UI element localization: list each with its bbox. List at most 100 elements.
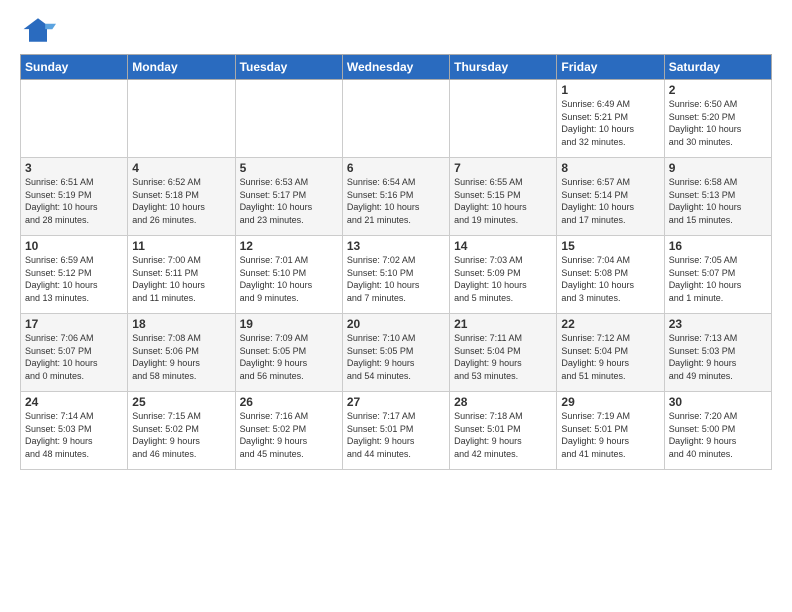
day-info: Sunrise: 7:04 AM Sunset: 5:08 PM Dayligh… — [561, 254, 659, 304]
day-number: 13 — [347, 239, 445, 253]
logo-icon — [20, 16, 56, 44]
day-info: Sunrise: 7:13 AM Sunset: 5:03 PM Dayligh… — [669, 332, 767, 382]
day-info: Sunrise: 7:10 AM Sunset: 5:05 PM Dayligh… — [347, 332, 445, 382]
day-number: 15 — [561, 239, 659, 253]
calendar-cell: 19Sunrise: 7:09 AM Sunset: 5:05 PM Dayli… — [235, 314, 342, 392]
logo — [20, 16, 62, 44]
calendar-cell: 4Sunrise: 6:52 AM Sunset: 5:18 PM Daylig… — [128, 158, 235, 236]
calendar-cell: 25Sunrise: 7:15 AM Sunset: 5:02 PM Dayli… — [128, 392, 235, 470]
calendar-cell: 26Sunrise: 7:16 AM Sunset: 5:02 PM Dayli… — [235, 392, 342, 470]
day-number: 11 — [132, 239, 230, 253]
calendar-table: SundayMondayTuesdayWednesdayThursdayFrid… — [20, 54, 772, 470]
day-info: Sunrise: 7:15 AM Sunset: 5:02 PM Dayligh… — [132, 410, 230, 460]
weekday-header: Tuesday — [235, 55, 342, 80]
day-info: Sunrise: 6:57 AM Sunset: 5:14 PM Dayligh… — [561, 176, 659, 226]
calendar-cell: 22Sunrise: 7:12 AM Sunset: 5:04 PM Dayli… — [557, 314, 664, 392]
calendar-header: SundayMondayTuesdayWednesdayThursdayFrid… — [21, 55, 772, 80]
day-number: 2 — [669, 83, 767, 97]
calendar-cell: 27Sunrise: 7:17 AM Sunset: 5:01 PM Dayli… — [342, 392, 449, 470]
day-number: 30 — [669, 395, 767, 409]
day-info: Sunrise: 6:53 AM Sunset: 5:17 PM Dayligh… — [240, 176, 338, 226]
calendar-cell: 14Sunrise: 7:03 AM Sunset: 5:09 PM Dayli… — [450, 236, 557, 314]
weekday-header: Wednesday — [342, 55, 449, 80]
day-number: 28 — [454, 395, 552, 409]
day-number: 21 — [454, 317, 552, 331]
day-number: 14 — [454, 239, 552, 253]
calendar-cell: 3Sunrise: 6:51 AM Sunset: 5:19 PM Daylig… — [21, 158, 128, 236]
day-info: Sunrise: 7:05 AM Sunset: 5:07 PM Dayligh… — [669, 254, 767, 304]
day-info: Sunrise: 7:00 AM Sunset: 5:11 PM Dayligh… — [132, 254, 230, 304]
day-number: 23 — [669, 317, 767, 331]
calendar-cell: 7Sunrise: 6:55 AM Sunset: 5:15 PM Daylig… — [450, 158, 557, 236]
day-info: Sunrise: 6:51 AM Sunset: 5:19 PM Dayligh… — [25, 176, 123, 226]
day-number: 20 — [347, 317, 445, 331]
weekday-header: Friday — [557, 55, 664, 80]
calendar-cell: 13Sunrise: 7:02 AM Sunset: 5:10 PM Dayli… — [342, 236, 449, 314]
weekday-header: Sunday — [21, 55, 128, 80]
day-number: 29 — [561, 395, 659, 409]
calendar-cell: 11Sunrise: 7:00 AM Sunset: 5:11 PM Dayli… — [128, 236, 235, 314]
calendar-cell: 15Sunrise: 7:04 AM Sunset: 5:08 PM Dayli… — [557, 236, 664, 314]
day-number: 4 — [132, 161, 230, 175]
header-row: SundayMondayTuesdayWednesdayThursdayFrid… — [21, 55, 772, 80]
day-info: Sunrise: 7:02 AM Sunset: 5:10 PM Dayligh… — [347, 254, 445, 304]
calendar-week-row: 17Sunrise: 7:06 AM Sunset: 5:07 PM Dayli… — [21, 314, 772, 392]
calendar-cell: 28Sunrise: 7:18 AM Sunset: 5:01 PM Dayli… — [450, 392, 557, 470]
header — [20, 16, 772, 44]
day-info: Sunrise: 7:06 AM Sunset: 5:07 PM Dayligh… — [25, 332, 123, 382]
calendar-week-row: 1Sunrise: 6:49 AM Sunset: 5:21 PM Daylig… — [21, 80, 772, 158]
calendar-cell — [235, 80, 342, 158]
calendar-cell: 10Sunrise: 6:59 AM Sunset: 5:12 PM Dayli… — [21, 236, 128, 314]
day-number: 25 — [132, 395, 230, 409]
calendar-week-row: 24Sunrise: 7:14 AM Sunset: 5:03 PM Dayli… — [21, 392, 772, 470]
day-number: 5 — [240, 161, 338, 175]
calendar-cell — [21, 80, 128, 158]
calendar-body: 1Sunrise: 6:49 AM Sunset: 5:21 PM Daylig… — [21, 80, 772, 470]
day-number: 7 — [454, 161, 552, 175]
day-info: Sunrise: 7:16 AM Sunset: 5:02 PM Dayligh… — [240, 410, 338, 460]
day-number: 18 — [132, 317, 230, 331]
day-number: 9 — [669, 161, 767, 175]
day-number: 16 — [669, 239, 767, 253]
day-number: 17 — [25, 317, 123, 331]
day-number: 19 — [240, 317, 338, 331]
day-number: 6 — [347, 161, 445, 175]
calendar-cell: 30Sunrise: 7:20 AM Sunset: 5:00 PM Dayli… — [664, 392, 771, 470]
calendar-week-row: 10Sunrise: 6:59 AM Sunset: 5:12 PM Dayli… — [21, 236, 772, 314]
day-info: Sunrise: 6:59 AM Sunset: 5:12 PM Dayligh… — [25, 254, 123, 304]
calendar-cell: 16Sunrise: 7:05 AM Sunset: 5:07 PM Dayli… — [664, 236, 771, 314]
calendar-cell: 24Sunrise: 7:14 AM Sunset: 5:03 PM Dayli… — [21, 392, 128, 470]
day-number: 22 — [561, 317, 659, 331]
day-number: 3 — [25, 161, 123, 175]
day-info: Sunrise: 6:50 AM Sunset: 5:20 PM Dayligh… — [669, 98, 767, 148]
weekday-header: Saturday — [664, 55, 771, 80]
weekday-header: Thursday — [450, 55, 557, 80]
day-number: 8 — [561, 161, 659, 175]
day-info: Sunrise: 6:54 AM Sunset: 5:16 PM Dayligh… — [347, 176, 445, 226]
weekday-header: Monday — [128, 55, 235, 80]
calendar-cell: 5Sunrise: 6:53 AM Sunset: 5:17 PM Daylig… — [235, 158, 342, 236]
day-info: Sunrise: 7:01 AM Sunset: 5:10 PM Dayligh… — [240, 254, 338, 304]
calendar-cell: 1Sunrise: 6:49 AM Sunset: 5:21 PM Daylig… — [557, 80, 664, 158]
calendar-cell: 8Sunrise: 6:57 AM Sunset: 5:14 PM Daylig… — [557, 158, 664, 236]
page: SundayMondayTuesdayWednesdayThursdayFrid… — [0, 0, 792, 480]
day-info: Sunrise: 7:08 AM Sunset: 5:06 PM Dayligh… — [132, 332, 230, 382]
calendar-cell: 9Sunrise: 6:58 AM Sunset: 5:13 PM Daylig… — [664, 158, 771, 236]
day-info: Sunrise: 7:09 AM Sunset: 5:05 PM Dayligh… — [240, 332, 338, 382]
calendar-cell: 20Sunrise: 7:10 AM Sunset: 5:05 PM Dayli… — [342, 314, 449, 392]
day-info: Sunrise: 7:17 AM Sunset: 5:01 PM Dayligh… — [347, 410, 445, 460]
calendar-cell: 17Sunrise: 7:06 AM Sunset: 5:07 PM Dayli… — [21, 314, 128, 392]
calendar-cell: 2Sunrise: 6:50 AM Sunset: 5:20 PM Daylig… — [664, 80, 771, 158]
calendar-cell: 12Sunrise: 7:01 AM Sunset: 5:10 PM Dayli… — [235, 236, 342, 314]
calendar-cell — [342, 80, 449, 158]
calendar-week-row: 3Sunrise: 6:51 AM Sunset: 5:19 PM Daylig… — [21, 158, 772, 236]
day-info: Sunrise: 7:11 AM Sunset: 5:04 PM Dayligh… — [454, 332, 552, 382]
day-info: Sunrise: 7:12 AM Sunset: 5:04 PM Dayligh… — [561, 332, 659, 382]
calendar-cell: 18Sunrise: 7:08 AM Sunset: 5:06 PM Dayli… — [128, 314, 235, 392]
day-number: 26 — [240, 395, 338, 409]
day-number: 24 — [25, 395, 123, 409]
day-number: 27 — [347, 395, 445, 409]
day-info: Sunrise: 7:14 AM Sunset: 5:03 PM Dayligh… — [25, 410, 123, 460]
day-info: Sunrise: 7:03 AM Sunset: 5:09 PM Dayligh… — [454, 254, 552, 304]
day-info: Sunrise: 6:52 AM Sunset: 5:18 PM Dayligh… — [132, 176, 230, 226]
